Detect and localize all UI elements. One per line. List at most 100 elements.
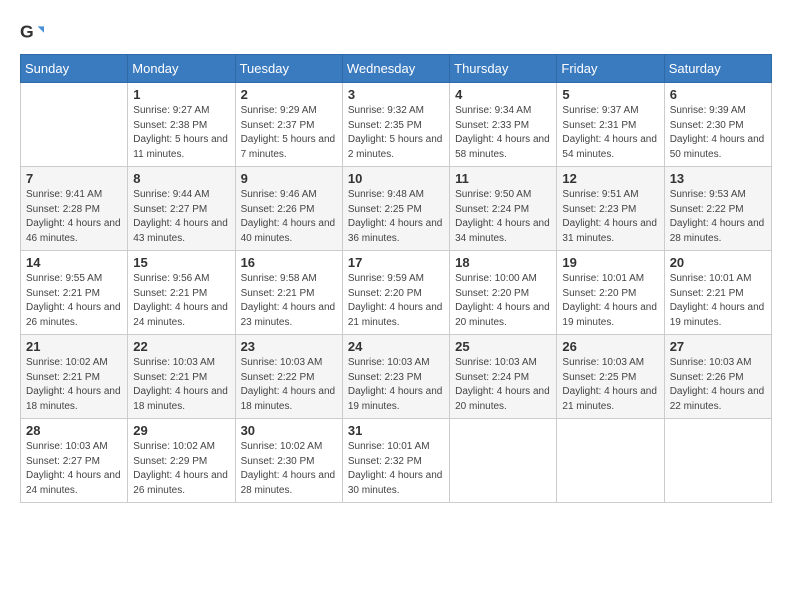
day-number: 3 bbox=[348, 87, 444, 102]
calendar-cell: 20 Sunrise: 10:01 AM Sunset: 2:21 PM Dayl… bbox=[664, 251, 771, 335]
day-number: 13 bbox=[670, 171, 766, 186]
day-number: 15 bbox=[133, 255, 229, 270]
calendar-cell: 24 Sunrise: 10:03 AM Sunset: 2:23 PM Dayl… bbox=[342, 335, 449, 419]
calendar-week-row: 14 Sunrise: 9:55 AM Sunset: 2:21 PM Dayli… bbox=[21, 251, 772, 335]
calendar-cell: 16 Sunrise: 9:58 AM Sunset: 2:21 PM Dayli… bbox=[235, 251, 342, 335]
day-info: Sunrise: 9:55 AM Sunset: 2:21 PM Dayligh… bbox=[26, 272, 122, 330]
calendar-cell: 13 Sunrise: 9:53 AM Sunset: 2:22 PM Dayli… bbox=[664, 167, 771, 251]
day-info: Sunrise: 10:03 AM Sunset: 2:26 PM Daylig… bbox=[670, 356, 766, 414]
day-number: 25 bbox=[455, 339, 551, 354]
day-number: 5 bbox=[562, 87, 658, 102]
calendar-cell: 28 Sunrise: 10:03 AM Sunset: 2:27 PM Dayl… bbox=[21, 419, 128, 503]
day-number: 27 bbox=[670, 339, 766, 354]
calendar-cell: 29 Sunrise: 10:02 AM Sunset: 2:29 PM Dayl… bbox=[128, 419, 235, 503]
day-info: Sunrise: 9:59 AM Sunset: 2:20 PM Dayligh… bbox=[348, 272, 444, 330]
calendar-table: SundayMondayTuesdayWednesdayThursdayFrid… bbox=[20, 54, 772, 503]
day-number: 21 bbox=[26, 339, 122, 354]
day-number: 23 bbox=[241, 339, 337, 354]
day-info: Sunrise: 9:46 AM Sunset: 2:26 PM Dayligh… bbox=[241, 188, 337, 246]
calendar-cell bbox=[21, 83, 128, 167]
calendar-cell: 19 Sunrise: 10:01 AM Sunset: 2:20 PM Dayl… bbox=[557, 251, 664, 335]
day-number: 17 bbox=[348, 255, 444, 270]
day-info: Sunrise: 10:00 AM Sunset: 2:20 PM Daylig… bbox=[455, 272, 551, 330]
day-info: Sunrise: 9:56 AM Sunset: 2:21 PM Dayligh… bbox=[133, 272, 229, 330]
calendar-week-row: 7 Sunrise: 9:41 AM Sunset: 2:28 PM Daylig… bbox=[21, 167, 772, 251]
calendar-cell bbox=[450, 419, 557, 503]
day-number: 19 bbox=[562, 255, 658, 270]
day-info: Sunrise: 9:37 AM Sunset: 2:31 PM Dayligh… bbox=[562, 104, 658, 162]
svg-text:G: G bbox=[20, 22, 34, 42]
day-number: 20 bbox=[670, 255, 766, 270]
calendar-cell: 10 Sunrise: 9:48 AM Sunset: 2:25 PM Dayli… bbox=[342, 167, 449, 251]
calendar-cell: 3Sunrise: 9:32 AM Sunset: 2:35 PM Daylig… bbox=[342, 83, 449, 167]
day-number: 30 bbox=[241, 423, 337, 438]
day-number: 1 bbox=[133, 87, 229, 102]
day-info: Sunrise: 9:44 AM Sunset: 2:27 PM Dayligh… bbox=[133, 188, 229, 246]
calendar-week-row: 28 Sunrise: 10:03 AM Sunset: 2:27 PM Dayl… bbox=[21, 419, 772, 503]
day-info: Sunrise: 10:03 AM Sunset: 2:22 PM Daylig… bbox=[241, 356, 337, 414]
calendar-cell: 5 Sunrise: 9:37 AM Sunset: 2:31 PM Daylig… bbox=[557, 83, 664, 167]
day-info: Sunrise: 9:50 AM Sunset: 2:24 PM Dayligh… bbox=[455, 188, 551, 246]
day-number: 31 bbox=[348, 423, 444, 438]
day-number: 24 bbox=[348, 339, 444, 354]
day-number: 26 bbox=[562, 339, 658, 354]
calendar-cell: 31Sunrise: 10:01 AM Sunset: 2:32 PM Dayl… bbox=[342, 419, 449, 503]
day-info: Sunrise: 10:03 AM Sunset: 2:27 PM Daylig… bbox=[26, 440, 122, 498]
calendar-cell: 26 Sunrise: 10:03 AM Sunset: 2:25 PM Dayl… bbox=[557, 335, 664, 419]
day-number: 6 bbox=[670, 87, 766, 102]
day-number: 11 bbox=[455, 171, 551, 186]
weekday-header-thursday: Thursday bbox=[450, 55, 557, 83]
day-number: 22 bbox=[133, 339, 229, 354]
weekday-header-friday: Friday bbox=[557, 55, 664, 83]
calendar-cell bbox=[557, 419, 664, 503]
calendar-cell: 15 Sunrise: 9:56 AM Sunset: 2:21 PM Dayli… bbox=[128, 251, 235, 335]
calendar-cell: 11 Sunrise: 9:50 AM Sunset: 2:24 PM Dayli… bbox=[450, 167, 557, 251]
weekday-header-wednesday: Wednesday bbox=[342, 55, 449, 83]
calendar-cell: 22 Sunrise: 10:03 AM Sunset: 2:21 PM Dayl… bbox=[128, 335, 235, 419]
calendar-cell: 4 Sunrise: 9:34 AM Sunset: 2:33 PM Daylig… bbox=[450, 83, 557, 167]
day-info: Sunrise: 10:03 AM Sunset: 2:25 PM Daylig… bbox=[562, 356, 658, 414]
weekday-header-sunday: Sunday bbox=[21, 55, 128, 83]
day-info: Sunrise: 9:34 AM Sunset: 2:33 PM Dayligh… bbox=[455, 104, 551, 162]
weekday-header-monday: Monday bbox=[128, 55, 235, 83]
logo: G bbox=[20, 20, 48, 44]
day-info: Sunrise: 9:39 AM Sunset: 2:30 PM Dayligh… bbox=[670, 104, 766, 162]
day-number: 4 bbox=[455, 87, 551, 102]
calendar-cell: 17 Sunrise: 9:59 AM Sunset: 2:20 PM Dayli… bbox=[342, 251, 449, 335]
day-number: 29 bbox=[133, 423, 229, 438]
day-info: Sunrise: 9:58 AM Sunset: 2:21 PM Dayligh… bbox=[241, 272, 337, 330]
calendar-header-row: SundayMondayTuesdayWednesdayThursdayFrid… bbox=[21, 55, 772, 83]
day-info: Sunrise: 9:27 AM Sunset: 2:38 PM Dayligh… bbox=[133, 104, 229, 162]
day-number: 8 bbox=[133, 171, 229, 186]
calendar-cell: 6 Sunrise: 9:39 AM Sunset: 2:30 PM Daylig… bbox=[664, 83, 771, 167]
day-info: Sunrise: 9:51 AM Sunset: 2:23 PM Dayligh… bbox=[562, 188, 658, 246]
calendar-cell: 1 Sunrise: 9:27 AM Sunset: 2:38 PM Daylig… bbox=[128, 83, 235, 167]
day-info: Sunrise: 10:03 AM Sunset: 2:23 PM Daylig… bbox=[348, 356, 444, 414]
day-number: 28 bbox=[26, 423, 122, 438]
day-info: Sunrise: 10:02 AM Sunset: 2:29 PM Daylig… bbox=[133, 440, 229, 498]
day-info: Sunrise: 10:03 AM Sunset: 2:24 PM Daylig… bbox=[455, 356, 551, 414]
day-info: Sunrise: 9:48 AM Sunset: 2:25 PM Dayligh… bbox=[348, 188, 444, 246]
weekday-header-saturday: Saturday bbox=[664, 55, 771, 83]
calendar-cell: 8 Sunrise: 9:44 AM Sunset: 2:27 PM Daylig… bbox=[128, 167, 235, 251]
logo-icon: G bbox=[20, 20, 44, 44]
calendar-cell: 9 Sunrise: 9:46 AM Sunset: 2:26 PM Daylig… bbox=[235, 167, 342, 251]
day-number: 9 bbox=[241, 171, 337, 186]
day-info: Sunrise: 10:03 AM Sunset: 2:21 PM Daylig… bbox=[133, 356, 229, 414]
day-number: 10 bbox=[348, 171, 444, 186]
day-number: 14 bbox=[26, 255, 122, 270]
day-info: Sunrise: 10:01 AM Sunset: 2:21 PM Daylig… bbox=[670, 272, 766, 330]
day-number: 16 bbox=[241, 255, 337, 270]
calendar-cell: 25 Sunrise: 10:03 AM Sunset: 2:24 PM Dayl… bbox=[450, 335, 557, 419]
day-info: Sunrise: 9:41 AM Sunset: 2:28 PM Dayligh… bbox=[26, 188, 122, 246]
day-info: Sunrise: 9:53 AM Sunset: 2:22 PM Dayligh… bbox=[670, 188, 766, 246]
day-info: Sunrise: 10:01 AM Sunset: 2:20 PM Daylig… bbox=[562, 272, 658, 330]
day-number: 7 bbox=[26, 171, 122, 186]
day-number: 12 bbox=[562, 171, 658, 186]
calendar-cell: 14 Sunrise: 9:55 AM Sunset: 2:21 PM Dayli… bbox=[21, 251, 128, 335]
day-number: 18 bbox=[455, 255, 551, 270]
calendar-cell: 21Sunrise: 10:02 AM Sunset: 2:21 PM Dayl… bbox=[21, 335, 128, 419]
calendar-cell: 2Sunrise: 9:29 AM Sunset: 2:37 PM Daylig… bbox=[235, 83, 342, 167]
calendar-cell bbox=[664, 419, 771, 503]
calendar-cell: 23 Sunrise: 10:03 AM Sunset: 2:22 PM Dayl… bbox=[235, 335, 342, 419]
